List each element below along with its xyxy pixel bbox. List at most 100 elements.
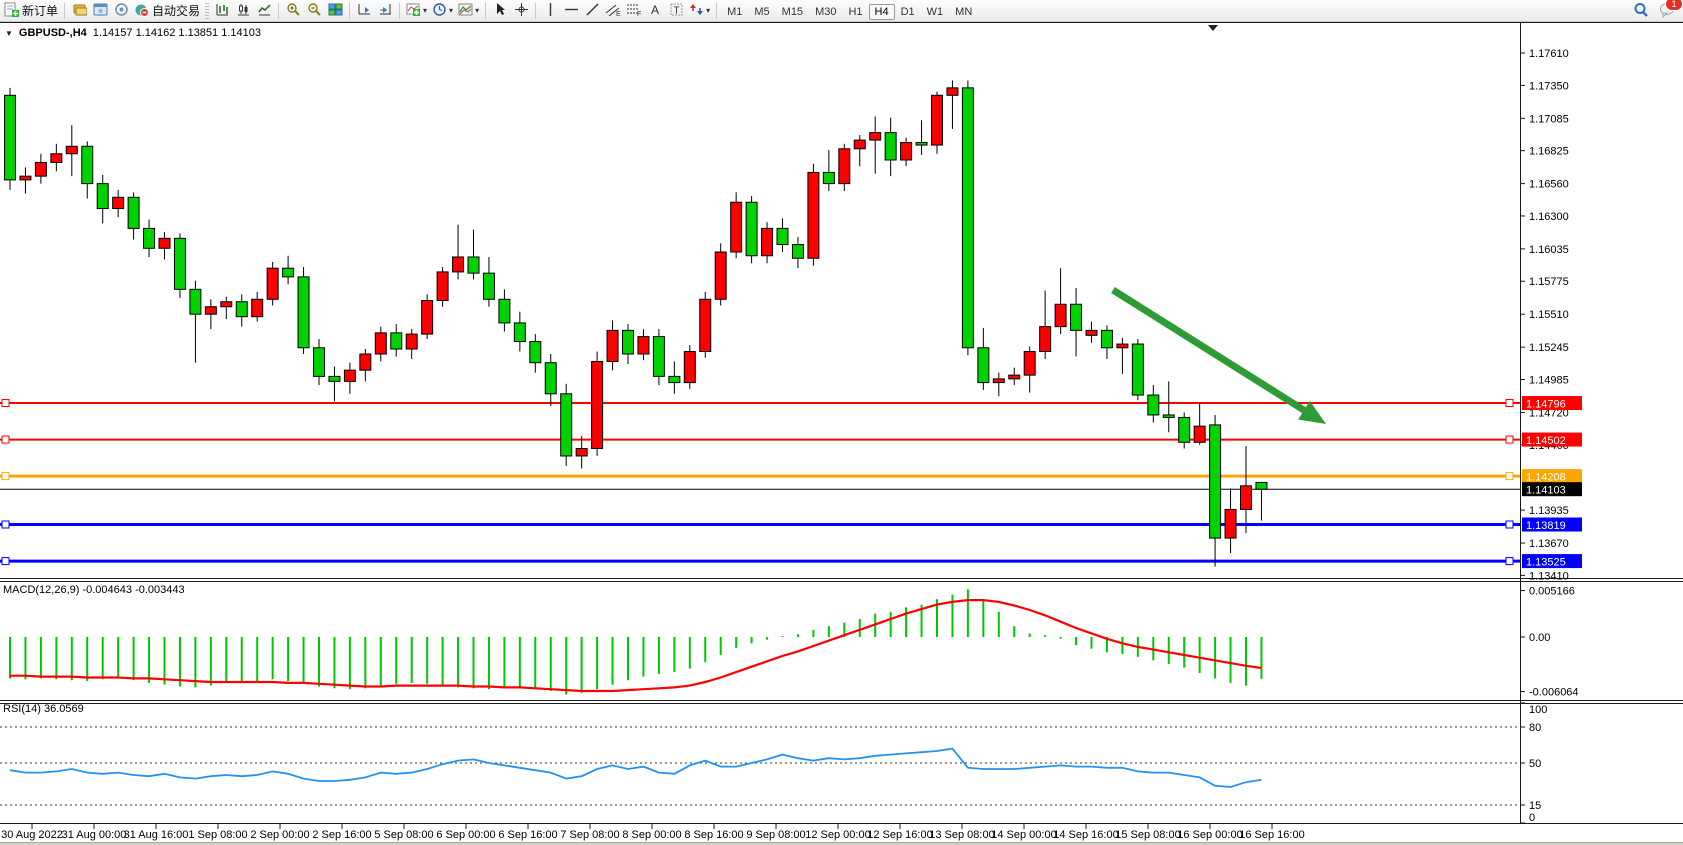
timeframe-button-MN[interactable]: MN (949, 4, 978, 20)
periods-button[interactable]: ▾ (430, 1, 455, 21)
chart-menu-triangle-icon[interactable]: ▼ (5, 29, 13, 38)
chart-ohlc-readout: 1.14157 1.14162 1.13851 1.14103 (93, 27, 261, 39)
indicators-button[interactable]: ▾ (404, 1, 429, 21)
text-label-button[interactable]: T (666, 1, 686, 21)
tile-windows-button[interactable] (325, 1, 345, 21)
svg-text:1.16300: 1.16300 (1529, 211, 1569, 223)
crosshair-button[interactable] (511, 1, 531, 21)
chevron-down-icon: ▾ (423, 6, 427, 15)
timeframe-button-M1[interactable]: M1 (721, 4, 748, 20)
date-label: 6 Sep 16:00 (498, 829, 557, 841)
auto-scroll-icon (357, 2, 372, 20)
date-label: 1 Sep 08:00 (188, 829, 247, 841)
chart-symbol-period: GBPUSD-,H4 (19, 27, 87, 39)
line-chart-button[interactable] (254, 1, 274, 21)
chart-shift-icon (378, 2, 393, 20)
svg-text:1.14208: 1.14208 (1526, 472, 1566, 484)
chevron-down-icon: ▾ (706, 6, 710, 15)
crosshair-icon (514, 2, 529, 20)
equidistant-channel-button[interactable]: E (603, 1, 623, 21)
date-label: 6 Sep 00:00 (436, 829, 495, 841)
new-order-button[interactable]: 新订单 (2, 1, 60, 21)
level-lines-layer[interactable] (0, 400, 1520, 565)
date-label: 12 Sep 16:00 (867, 829, 932, 841)
toolbar-separator (535, 3, 536, 19)
line-endpoint-handle[interactable] (2, 436, 9, 443)
svg-text:1.17085: 1.17085 (1529, 113, 1569, 125)
search-button[interactable] (1631, 1, 1651, 21)
line-endpoint-handle[interactable] (1506, 521, 1513, 528)
timeframe-button-M15[interactable]: M15 (776, 4, 809, 20)
date-label: 12 Sep 00:00 (805, 829, 870, 841)
candlestick-chart-button[interactable] (233, 1, 253, 21)
chart-title[interactable]: ▼ GBPUSD-,H4 1.14157 1.14162 1.13851 1.1… (5, 27, 261, 39)
macd-signal-line (10, 600, 1261, 691)
terminal-button[interactable] (111, 1, 131, 21)
chart-window[interactable]: ▼ GBPUSD-,H4 1.14157 1.14162 1.13851 1.1… (0, 22, 1683, 842)
auto-scroll-button[interactable] (354, 1, 374, 21)
date-label: 31 Aug 00:00 (62, 829, 127, 841)
svg-text:0: 0 (1529, 812, 1535, 824)
charts-button[interactable] (69, 1, 89, 21)
svg-text:1.14502: 1.14502 (1526, 435, 1566, 447)
line-endpoint-handle[interactable] (2, 400, 9, 407)
autotrading-button[interactable]: 自动交易 (132, 1, 202, 21)
horizontal-line-button[interactable] (561, 1, 581, 21)
line-endpoint-handle[interactable] (1506, 400, 1513, 407)
arrows-icon (689, 2, 704, 20)
date-label: 14 Sep 00:00 (991, 829, 1056, 841)
svg-text:1.14103: 1.14103 (1526, 485, 1566, 497)
text-button[interactable]: A (645, 1, 665, 21)
rsi-indicator-label: RSI(14) 36.0569 (3, 703, 84, 715)
line-endpoint-handle[interactable] (2, 558, 9, 565)
timeframe-button-M30[interactable]: M30 (809, 4, 842, 20)
timeframe-button-D1[interactable]: D1 (895, 4, 921, 20)
autotrading-label: 自动交易 (152, 2, 200, 19)
svg-text:1.15245: 1.15245 (1529, 342, 1569, 354)
cursor-button[interactable] (490, 1, 510, 21)
candlestick-chart-icon (236, 2, 251, 20)
svg-text:1.16560: 1.16560 (1529, 179, 1569, 191)
trendline-button[interactable] (582, 1, 602, 21)
svg-text:T: T (673, 5, 679, 16)
bar-chart-icon (215, 2, 230, 20)
zoom-in-button[interactable] (283, 1, 303, 21)
profile-icon (93, 2, 108, 20)
date-label: 2 Sep 00:00 (250, 829, 309, 841)
templates-button[interactable]: ▾ (456, 1, 481, 21)
timeframe-button-M5[interactable]: M5 (748, 4, 775, 20)
fibonacci-button[interactable]: F (624, 1, 644, 21)
horizontal-line-icon (564, 2, 579, 20)
vertical-line-button[interactable] (540, 1, 560, 21)
chat-button[interactable]: 1 (1657, 1, 1677, 21)
line-endpoint-handle[interactable] (1506, 436, 1513, 443)
date-axis: 30 Aug 202231 Aug 00:0031 Aug 16:001 Sep… (1, 823, 1305, 841)
line-endpoint-handle[interactable] (2, 521, 9, 528)
line-endpoint-handle[interactable] (1506, 473, 1513, 480)
svg-text:1.13410: 1.13410 (1529, 570, 1569, 582)
svg-text:E: E (616, 11, 621, 17)
line-endpoint-handle[interactable] (1506, 558, 1513, 565)
indicators-add-icon (406, 2, 421, 20)
autotrading-icon (134, 2, 149, 20)
arrows-button[interactable]: ▾ (687, 1, 712, 21)
zoom-out-button[interactable] (304, 1, 324, 21)
profile-button[interactable] (90, 1, 110, 21)
svg-text:1.17610: 1.17610 (1529, 48, 1569, 60)
timeframe-button-H1[interactable]: H1 (842, 4, 868, 20)
date-label: 7 Sep 08:00 (560, 829, 619, 841)
fibonacci-icon: F (626, 2, 642, 20)
svg-text:50: 50 (1529, 758, 1541, 770)
date-label: 14 Sep 16:00 (1053, 829, 1118, 841)
charts-icon (72, 2, 87, 20)
rsi-line (10, 749, 1261, 787)
timeframe-button-W1[interactable]: W1 (921, 4, 950, 20)
date-label: 16 Sep 16:00 (1239, 829, 1304, 841)
line-endpoint-handle[interactable] (2, 473, 9, 480)
bar-chart-button[interactable] (212, 1, 232, 21)
toolbar-separator (485, 3, 486, 19)
chart-shift-button[interactable] (375, 1, 395, 21)
price-axis: 1.176101.173501.170851.168251.165601.163… (1520, 48, 1582, 824)
chart-canvas[interactable]: 1.176101.173501.170851.168251.165601.163… (0, 22, 1683, 842)
timeframe-button-H4[interactable]: H4 (869, 4, 895, 20)
